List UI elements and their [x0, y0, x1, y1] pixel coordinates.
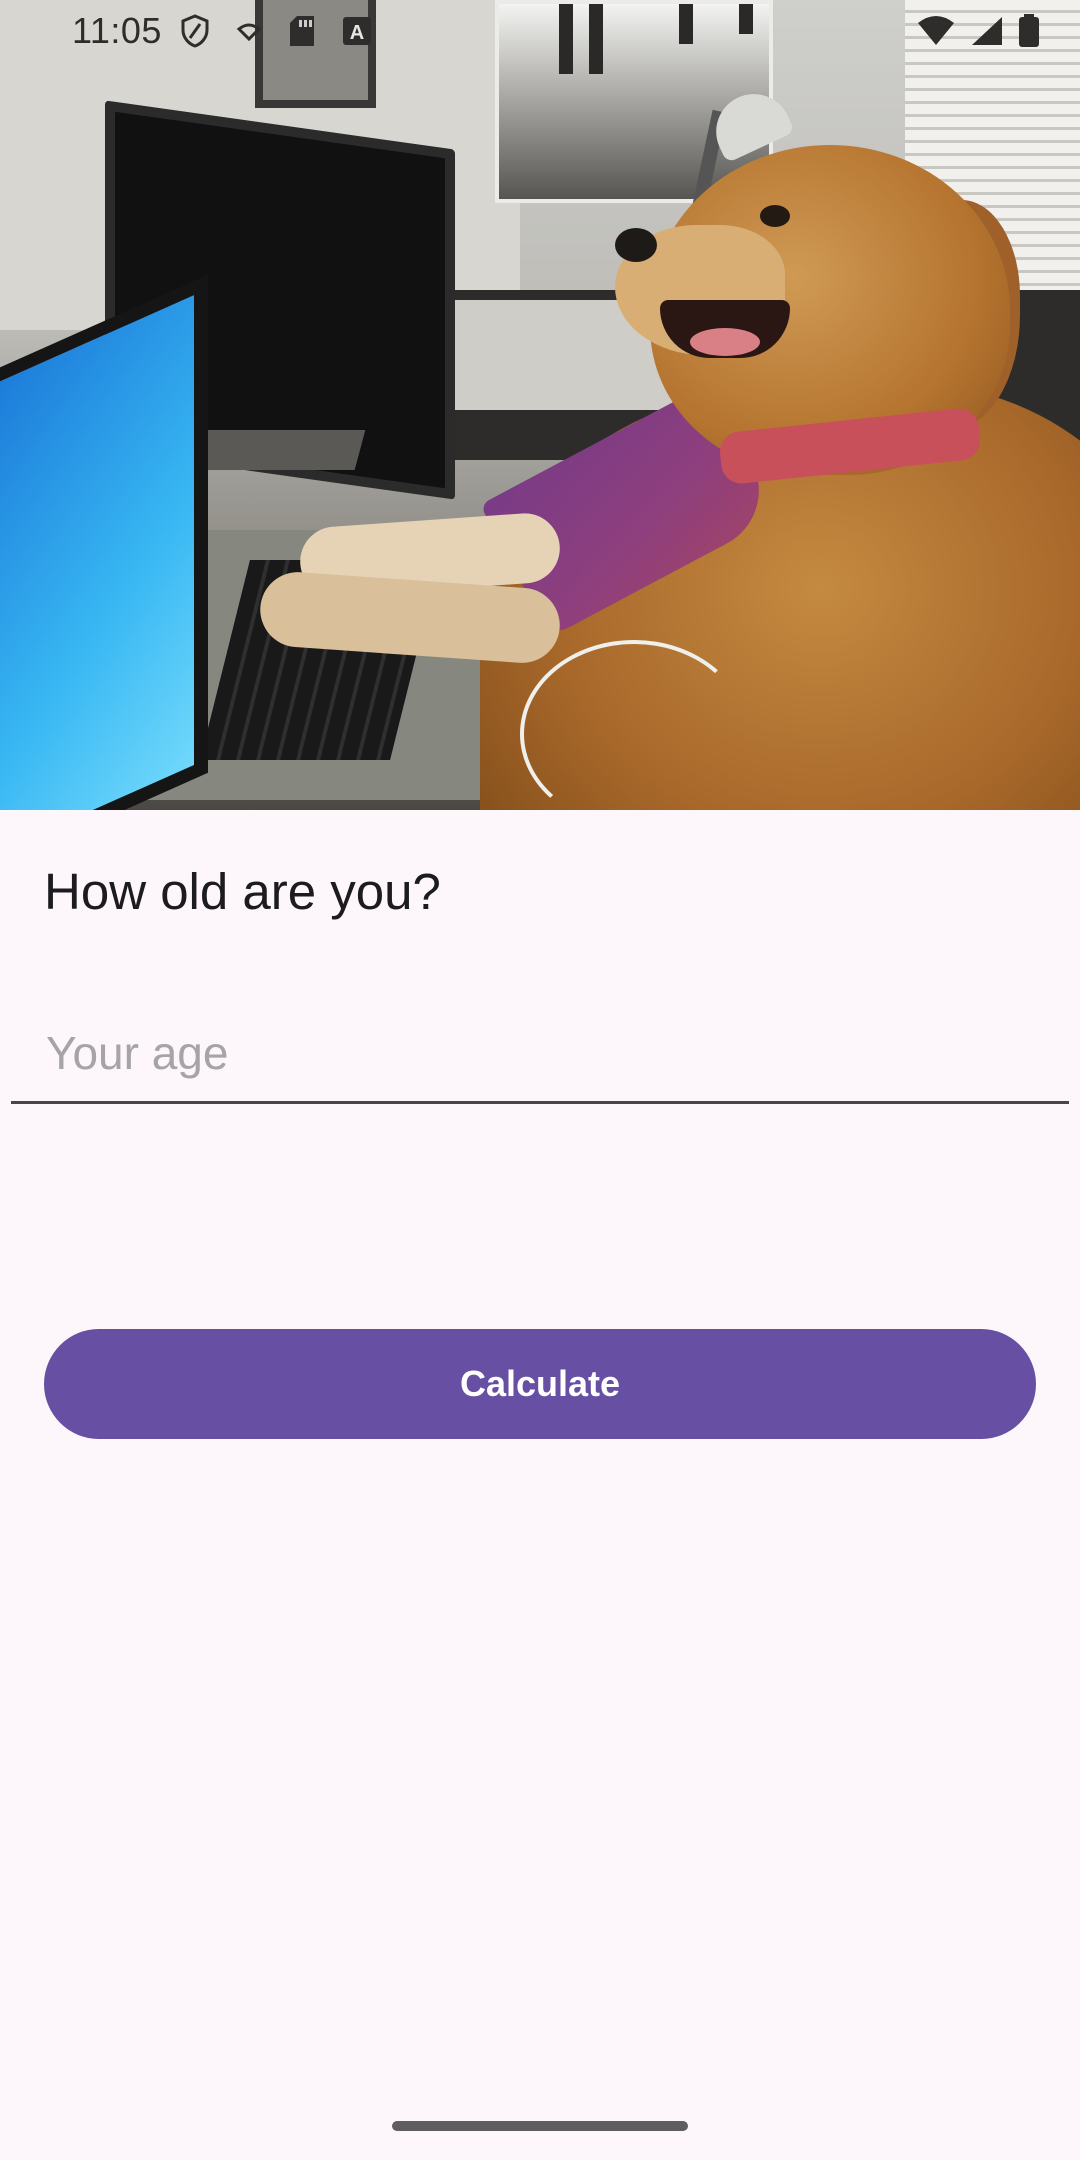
battery-icon — [1018, 14, 1040, 53]
status-time: 11:05 — [72, 10, 162, 51]
sd-card-icon — [288, 14, 316, 53]
shield-icon — [180, 14, 210, 53]
cell-signal-icon — [970, 15, 1004, 52]
age-question: How old are you? — [44, 863, 441, 920]
age-field[interactable] — [11, 1000, 1069, 1104]
nfc-icon — [236, 21, 262, 46]
app-screen: 11:05 A How old are you? Your age Calcul… — [0, 0, 1080, 2160]
age-input[interactable] — [44, 1016, 1038, 1090]
status-bar: 11:05 A — [0, 0, 1080, 64]
svg-text:A: A — [350, 22, 364, 44]
calculate-button[interactable]: Calculate — [44, 1329, 1036, 1439]
a-badge-icon: A — [342, 16, 372, 51]
home-indicator[interactable] — [392, 2121, 688, 2131]
wifi-icon — [916, 15, 956, 52]
dog-at-computer-photo — [0, 0, 1080, 810]
